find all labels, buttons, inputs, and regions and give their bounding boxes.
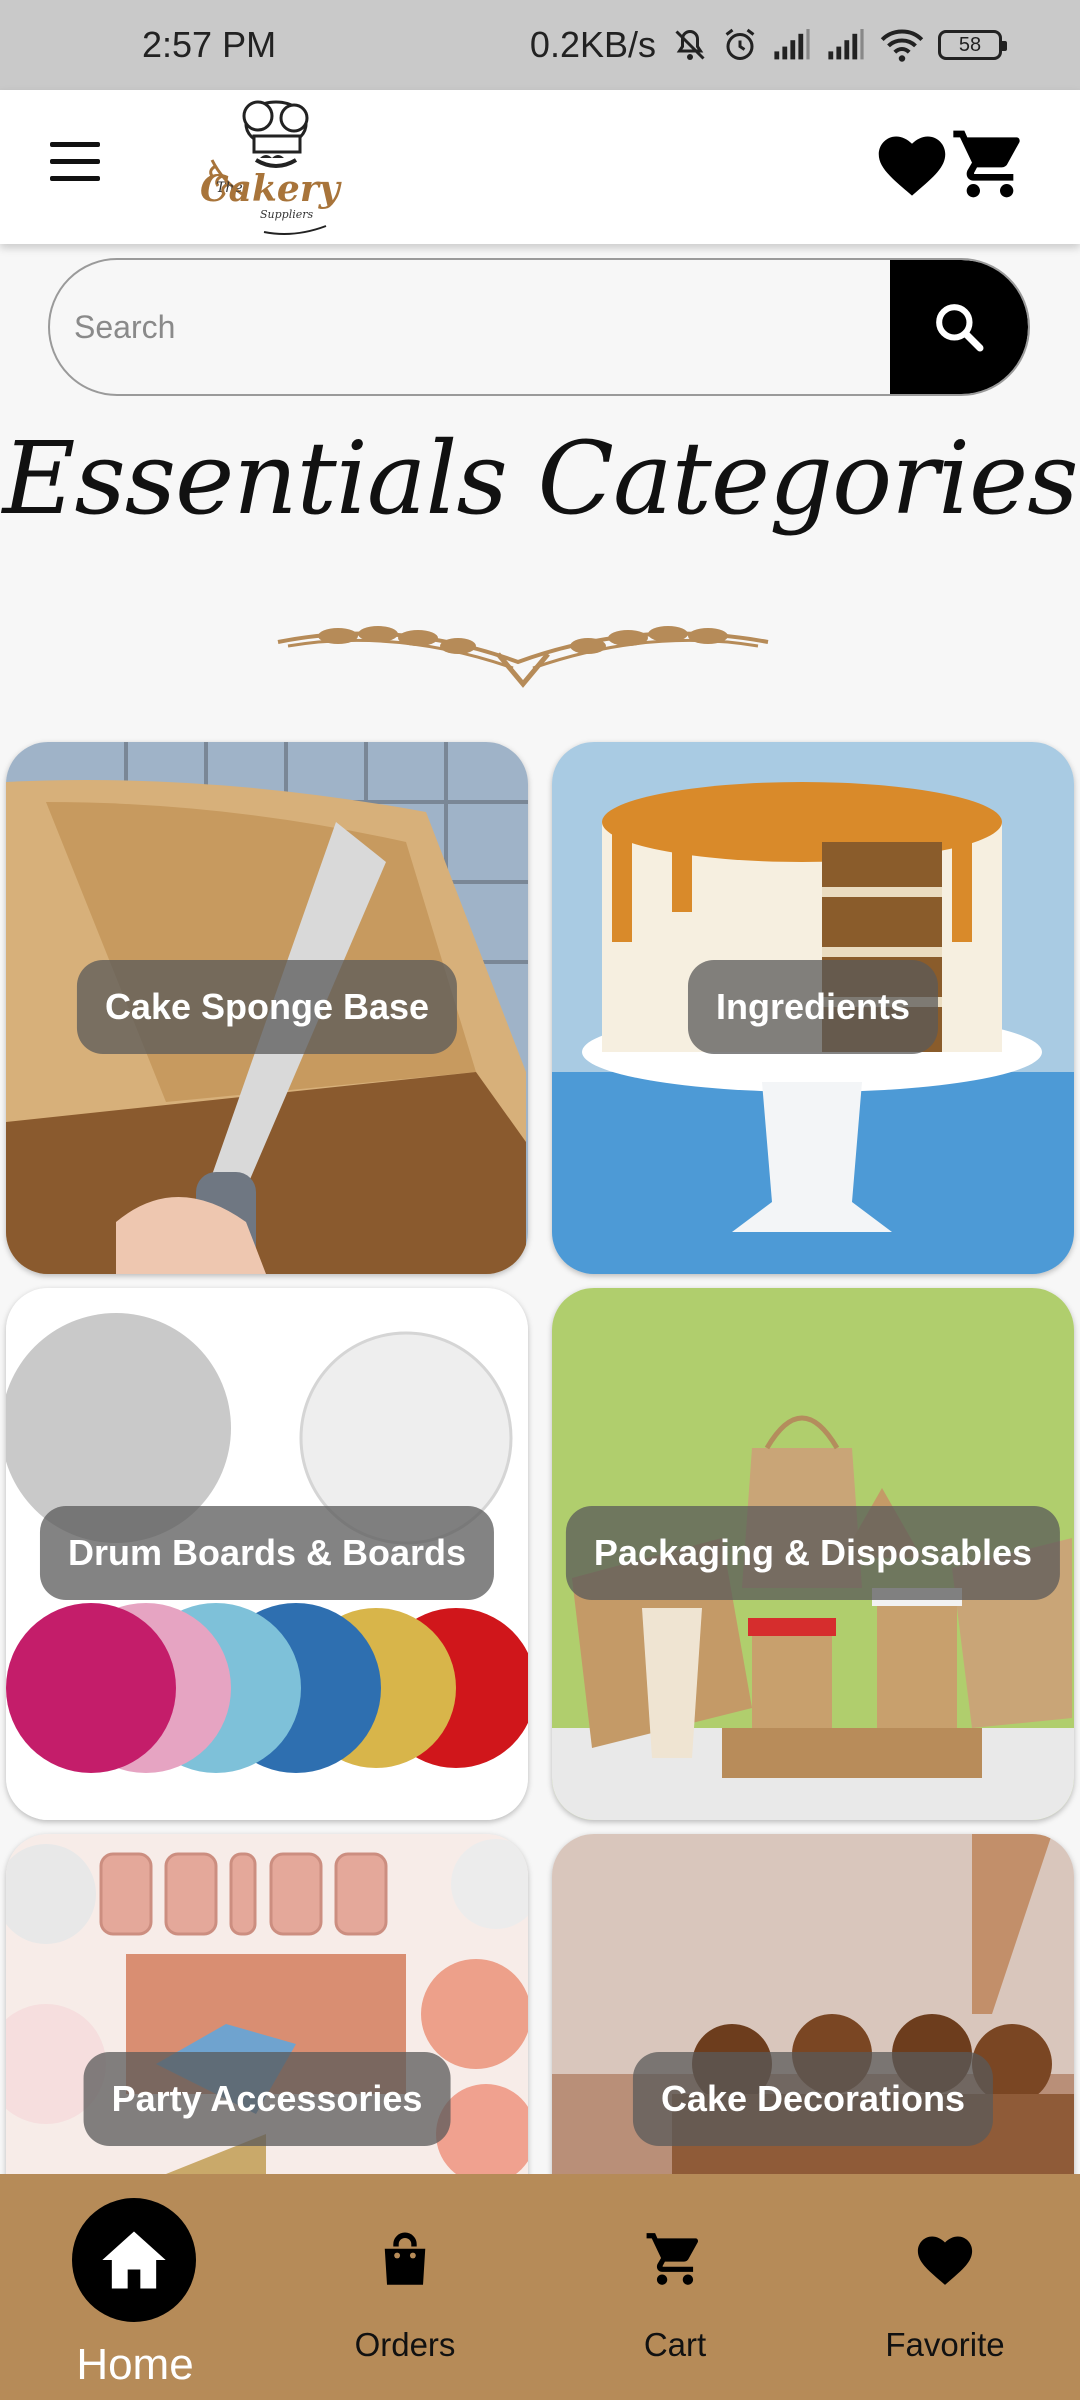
category-card-packaging[interactable]: Packaging & Disposables bbox=[552, 1288, 1074, 1820]
cart-icon bbox=[646, 2233, 698, 2285]
cart-icon[interactable] bbox=[950, 124, 1030, 204]
section-title: Essentials Categories bbox=[2, 420, 1078, 537]
battery-icon: 58 bbox=[938, 30, 1007, 60]
home-icon bbox=[102, 2231, 166, 2289]
bottom-nav: Home Orders Cart Favorite bbox=[0, 2174, 1080, 2400]
app-root: 2:57 PM 0.2KB/s 58 The Cakery Suppliers … bbox=[0, 0, 1080, 2400]
menu-button[interactable] bbox=[46, 142, 106, 192]
category-label: Cake Decorations bbox=[632, 2052, 994, 2146]
status-icons: 58 bbox=[672, 27, 1007, 63]
status-right: 0.2KB/s 58 bbox=[529, 24, 1007, 66]
status-time: 2:57 PM bbox=[142, 24, 277, 65]
category-label: Drum Boards & Boards bbox=[39, 1506, 495, 1600]
bag-icon bbox=[384, 2232, 426, 2285]
nav-cart-label: Cart bbox=[643, 2326, 707, 2363]
nav-favorite[interactable]: Favorite bbox=[810, 2174, 1080, 2400]
menu-icon-bar bbox=[50, 159, 100, 164]
nav-orders-label: Orders bbox=[354, 2326, 456, 2363]
alarm-icon bbox=[725, 28, 755, 60]
logo-name-text: Cakery bbox=[200, 168, 340, 210]
logo-sub-text: Suppliers bbox=[260, 208, 314, 221]
category-label: Ingredients bbox=[687, 960, 939, 1054]
search-button[interactable] bbox=[890, 260, 1028, 394]
net-speed: 0.2KB/s bbox=[529, 24, 656, 65]
category-card-drum-boards[interactable]: Drum Boards & Boards bbox=[6, 1288, 528, 1820]
signal-icon bbox=[828, 29, 864, 60]
wifi-icon bbox=[880, 29, 924, 62]
home-icon-circle bbox=[72, 2198, 196, 2322]
nav-cart[interactable]: Cart bbox=[540, 2174, 810, 2400]
status-bar: 2:57 PM 0.2KB/s 58 bbox=[0, 0, 1080, 90]
category-card-cake-sponge-base[interactable]: Cake Sponge Base bbox=[6, 742, 528, 1274]
nav-favorite-label: Favorite bbox=[885, 2326, 1005, 2363]
category-label: Packaging & Disposables bbox=[565, 1506, 1061, 1600]
wishlist-heart-icon[interactable] bbox=[874, 128, 950, 200]
nav-home[interactable]: Home bbox=[0, 2174, 270, 2400]
search-box bbox=[48, 258, 1030, 396]
category-card-ingredients[interactable]: Ingredients bbox=[552, 742, 1074, 1274]
search-icon bbox=[936, 304, 984, 352]
menu-icon bbox=[50, 142, 100, 147]
mute-icon bbox=[675, 29, 705, 60]
nav-orders[interactable]: Orders bbox=[270, 2174, 540, 2400]
nav-home-label: Home bbox=[76, 2340, 194, 2389]
menu-icon-bar bbox=[50, 176, 100, 181]
wheat-divider-icon bbox=[277, 626, 769, 688]
category-label: Party Accessories bbox=[83, 2052, 451, 2146]
signal-icon bbox=[774, 29, 810, 60]
heart-icon bbox=[917, 2236, 973, 2285]
category-label: Cake Sponge Base bbox=[76, 960, 458, 1054]
search-input[interactable] bbox=[74, 260, 874, 394]
